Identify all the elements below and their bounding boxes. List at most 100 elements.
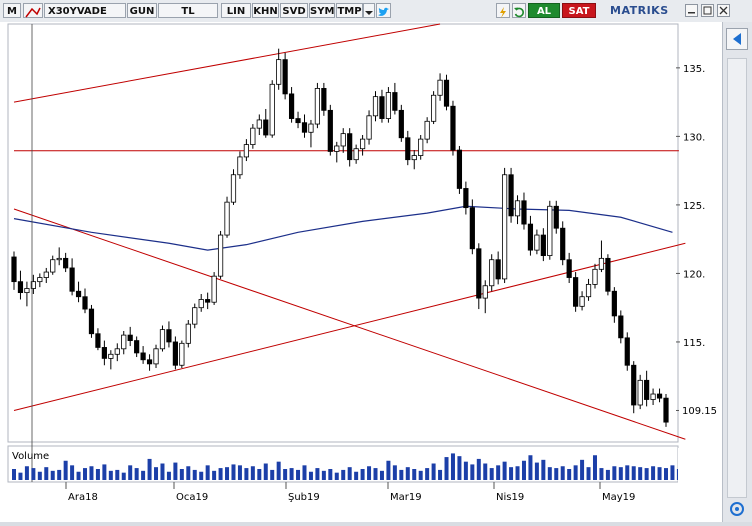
candle — [605, 254, 611, 296]
candle — [269, 80, 275, 138]
candle-body — [553, 205, 559, 229]
volume-bar — [425, 468, 430, 480]
twitter-icon[interactable] — [376, 3, 391, 18]
candle-body — [592, 268, 598, 285]
candle-body — [637, 379, 643, 406]
volume-bar — [95, 469, 100, 480]
volume-button[interactable]: SVD — [280, 3, 308, 18]
volume-bar — [128, 465, 133, 480]
candle — [469, 199, 475, 255]
volume-bar — [141, 470, 146, 480]
candle-body — [256, 119, 262, 129]
candle-body — [372, 96, 379, 117]
volume-bar — [547, 467, 552, 480]
symbol-field[interactable]: X30YVADE — [44, 3, 126, 18]
candle-body — [95, 333, 101, 348]
candle-body — [263, 119, 269, 136]
y-tick-label: 130. — [683, 132, 705, 143]
candle-body — [489, 259, 495, 287]
candle-body — [456, 149, 463, 189]
candle-body — [179, 342, 185, 366]
buy-button[interactable]: AL — [528, 3, 560, 18]
chevron-down-icon[interactable] — [363, 3, 375, 18]
candle-body — [624, 337, 630, 366]
currency-button[interactable]: TL — [158, 3, 218, 18]
volume-bar — [231, 464, 236, 480]
candle — [637, 374, 643, 410]
candle-body — [121, 334, 127, 350]
candle-body — [463, 188, 469, 209]
volume-bar — [263, 463, 268, 480]
candle-body — [314, 88, 321, 125]
close-icon[interactable] — [717, 4, 730, 17]
volume-bar — [289, 468, 294, 480]
menu-m-button[interactable]: M — [3, 3, 21, 18]
volume-bar — [670, 465, 675, 480]
volume-bar — [657, 467, 662, 480]
volume-bar — [212, 470, 217, 480]
candle-body — [547, 205, 553, 257]
sell-button[interactable]: SAT — [562, 3, 596, 18]
volume-bar — [509, 467, 514, 480]
volume-bar — [489, 468, 494, 480]
period-button[interactable]: GUN — [127, 3, 157, 18]
linear-scale-button[interactable]: LIN — [221, 3, 251, 18]
price-chart[interactable]: 110.115.120.125.130.135. 4000000.2000000… — [0, 22, 726, 522]
candle-body — [418, 138, 424, 156]
candle-body — [618, 315, 624, 339]
volume-bar — [37, 471, 42, 480]
candle-body — [153, 348, 159, 365]
volume-bar — [18, 472, 23, 480]
volume-bar — [24, 466, 29, 480]
side-panel — [722, 22, 752, 522]
candle-body — [276, 59, 282, 85]
volume-bar — [418, 470, 423, 480]
minimize-icon[interactable] — [685, 4, 698, 17]
volume-bar — [108, 470, 113, 480]
candle-body — [211, 275, 217, 303]
collapse-panel-button[interactable] — [726, 28, 748, 50]
volume-bar — [664, 468, 668, 480]
candle-body — [159, 329, 166, 350]
volume-bar — [515, 466, 520, 480]
volume-bar — [405, 467, 410, 480]
volume-bar — [50, 470, 55, 480]
candle-body — [108, 353, 114, 359]
side-scrollbar[interactable] — [727, 58, 747, 498]
volume-bar — [121, 472, 126, 480]
volume-bar — [257, 469, 262, 480]
symbol-button[interactable]: SYM — [309, 3, 335, 18]
volume-bar — [321, 470, 326, 480]
volume-bar — [70, 465, 75, 480]
candle-body — [476, 248, 482, 299]
refresh-icon[interactable] — [512, 3, 526, 18]
volume-bar — [367, 466, 372, 480]
candle-body — [573, 277, 579, 307]
maximize-icon[interactable] — [701, 4, 714, 17]
volume-bar — [612, 466, 617, 480]
volume-bar — [567, 469, 572, 480]
x-tick-label: May19 — [602, 492, 635, 503]
volume-bar — [631, 466, 636, 480]
volume-bar — [457, 456, 462, 480]
candle-body — [243, 144, 249, 158]
candle — [366, 110, 372, 145]
candle-body — [379, 96, 385, 119]
volume-bar — [270, 469, 275, 480]
template-button[interactable]: TMP — [336, 3, 363, 18]
lightning-icon[interactable] — [496, 3, 510, 18]
settings-icon[interactable] — [727, 500, 747, 518]
candle — [314, 82, 321, 129]
volume-bar — [315, 468, 320, 480]
candle-body — [43, 271, 49, 278]
chart-area[interactable]: 110.115.120.125.130.135. 4000000.2000000… — [0, 22, 726, 522]
y-tick-label: 115. — [683, 338, 705, 349]
candle-body — [385, 92, 392, 119]
volume-bar — [554, 468, 559, 480]
candle-body — [301, 122, 308, 133]
candle-body — [127, 334, 133, 341]
volume-bar — [412, 469, 417, 480]
volume-bar — [450, 453, 455, 480]
draw-tool-icon[interactable] — [23, 3, 43, 18]
candle-button[interactable]: KHN — [252, 3, 279, 18]
